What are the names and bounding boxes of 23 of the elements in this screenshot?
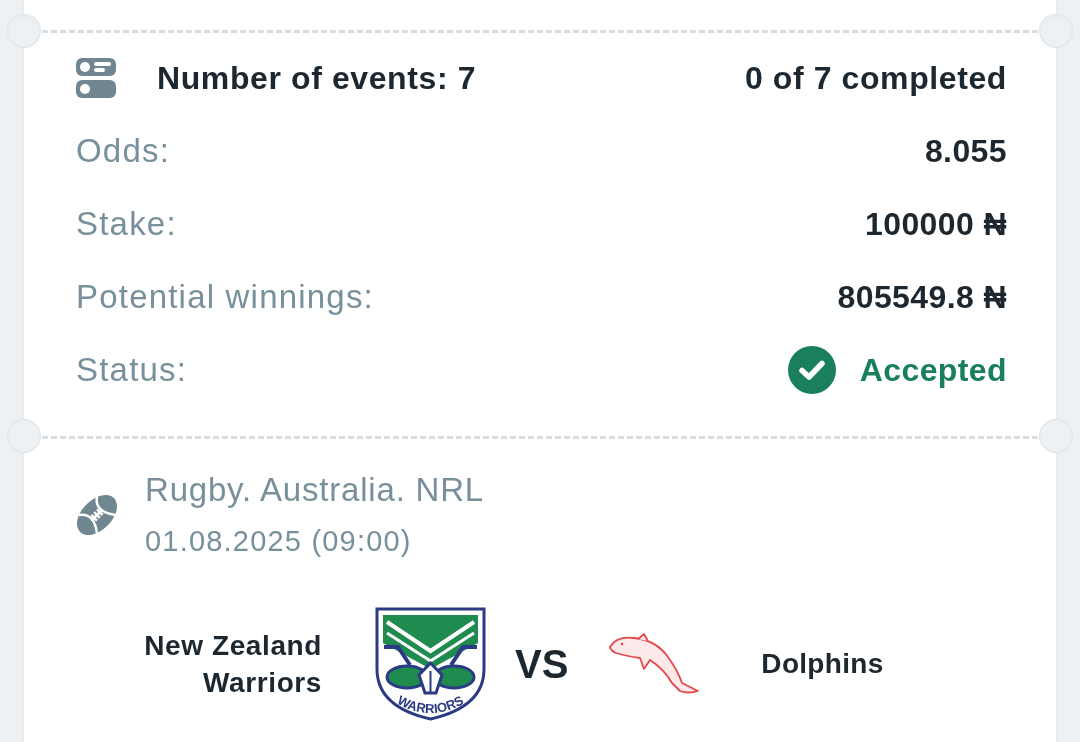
check-circle-icon [787, 345, 836, 394]
field-label: Stake: [76, 203, 177, 244]
status-value: Accepted [859, 350, 1007, 390]
rugby-ball-icon [76, 492, 118, 537]
field-value: 8.055 [924, 131, 1007, 171]
field-value: 100000 ₦ [865, 204, 1007, 244]
ticket-notch [7, 14, 41, 48]
team-name: Dolphins [761, 647, 884, 681]
team-name: New Zealand Warriors [143, 629, 322, 700]
versus-label: VS [515, 641, 569, 688]
completion-status: 0 of 7 completed [744, 58, 1007, 98]
ticket-notch [7, 419, 41, 453]
events-count: Number of events: 7 [157, 58, 477, 98]
toggle-list-icon [76, 57, 116, 98]
field-label: Odds: [76, 130, 171, 171]
league-name: Rugby. Australia. NRL [145, 470, 484, 510]
match-date: 01.08.2025 (09:00) [145, 524, 413, 559]
field-label: Potential winnings: [76, 276, 374, 317]
field-label: Status: [76, 349, 188, 390]
logo-wordmark: WARRIORS [395, 692, 466, 717]
ticket-notch [1039, 419, 1073, 453]
field-value: 805549.8 ₦ [837, 277, 1007, 317]
ticket-notch [1039, 14, 1073, 48]
